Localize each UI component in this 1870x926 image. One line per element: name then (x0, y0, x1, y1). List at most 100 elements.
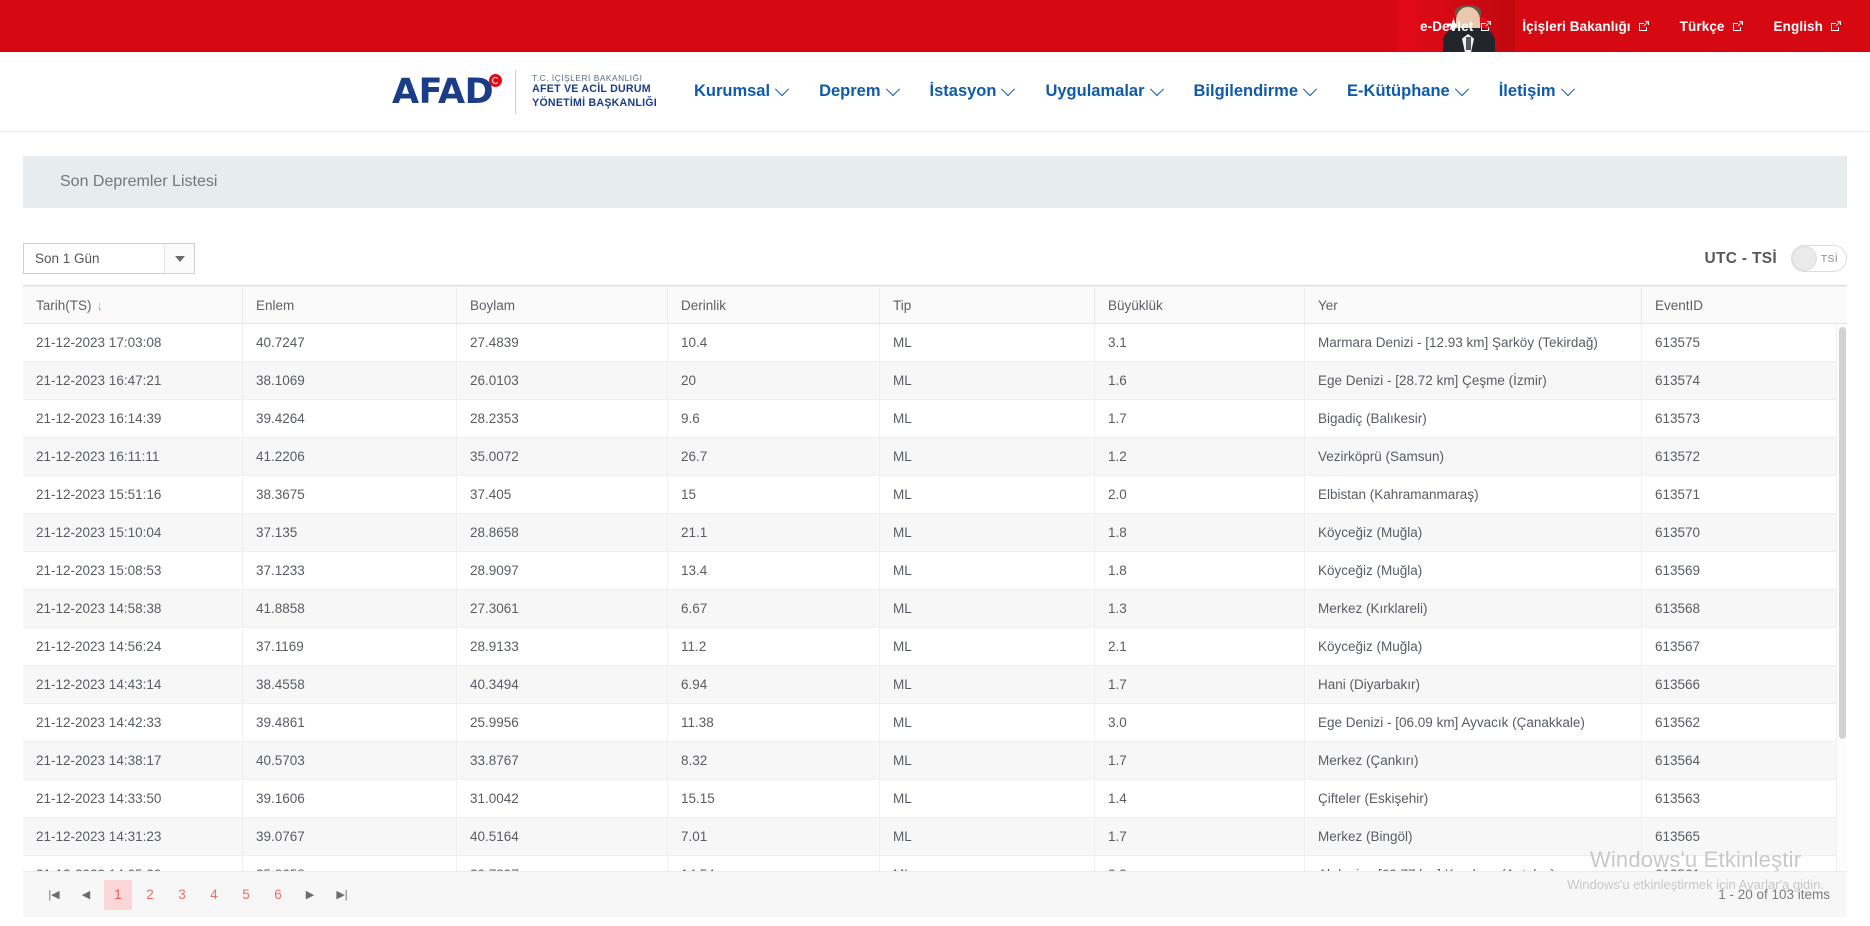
table-row[interactable]: 21-12-2023 14:42:3339.486125.995611.38ML… (23, 704, 1847, 742)
cell-depth: 7.01 (668, 818, 880, 855)
toggle-knob (1792, 246, 1817, 271)
cell-longitude: 31.0042 (457, 780, 668, 817)
nav-item-bilgilendirme[interactable]: Bilgilendirme (1194, 82, 1316, 101)
cell-event-id: 613566 (1642, 666, 1847, 703)
cell-depth: 15.15 (668, 780, 880, 817)
column-header-eventid[interactable]: EventID (1642, 287, 1847, 323)
cell-longitude: 40.3494 (457, 666, 668, 703)
table-row[interactable]: 21-12-2023 14:56:2437.116928.913311.2ML2… (23, 628, 1847, 666)
utc-tsi-toggle[interactable]: TSİ (1791, 245, 1847, 272)
cell-latitude: 39.4861 (243, 704, 457, 741)
nav-item-uygulamalar[interactable]: Uygulamalar (1045, 82, 1161, 101)
cell-event-id: 613569 (1642, 552, 1847, 589)
column-header-boylam[interactable]: Boylam (457, 287, 668, 323)
table-row[interactable]: 21-12-2023 14:05:2935.865830.789714.54ML… (23, 856, 1847, 871)
cell-type: ML (880, 514, 1095, 551)
pagination-page-3[interactable]: 3 (168, 880, 196, 910)
nav-item-istasyon[interactable]: İstasyon (930, 82, 1014, 101)
column-header-yer[interactable]: Yer (1305, 287, 1642, 323)
top-link-e-devlet[interactable]: e-Devlet (1420, 19, 1492, 34)
table-row[interactable]: 21-12-2023 16:11:1141.220635.007226.7ML1… (23, 438, 1847, 476)
table-row[interactable]: 21-12-2023 14:33:5039.160631.004215.15ML… (23, 780, 1847, 818)
cell-longitude: 27.4839 (457, 324, 668, 361)
nav-item-kurumsal[interactable]: Kurumsal (694, 82, 787, 101)
cell-type: ML (880, 666, 1095, 703)
table-header-row: Tarih(TS) ↓ Enlem Boylam Derinlik Tip Bü… (23, 286, 1847, 324)
cell-date: 21-12-2023 14:31:23 (23, 818, 243, 855)
nav-label: Bilgilendirme (1194, 82, 1299, 101)
cell-date: 21-12-2023 14:58:38 (23, 590, 243, 627)
pagination-page-1[interactable]: 1 (104, 880, 132, 910)
pagination-page-6[interactable]: 6 (264, 880, 292, 910)
logo-subtitle-line-3: YÖNETİMİ BAŞKANLIĞI (532, 97, 657, 111)
cell-depth: 13.4 (668, 552, 880, 589)
pagination-first-button[interactable]: |◀ (40, 880, 68, 910)
cell-magnitude: 2.0 (1095, 476, 1305, 513)
cell-latitude: 38.1069 (243, 362, 457, 399)
cell-type: ML (880, 704, 1095, 741)
top-link-icisleri-bakanligi[interactable]: İçişleri Bakanlığı (1522, 19, 1649, 34)
table-vertical-scrollbar[interactable] (1836, 324, 1847, 871)
chevron-down-icon (1455, 82, 1469, 96)
table-row[interactable]: 21-12-2023 14:38:1740.570333.87678.32ML1… (23, 742, 1847, 780)
pagination-next-button[interactable]: ▶ (296, 880, 324, 910)
logo-divider (515, 70, 516, 114)
cell-event-id: 613563 (1642, 780, 1847, 817)
table-row[interactable]: 21-12-2023 17:03:0840.724727.483910.4ML3… (23, 324, 1847, 362)
top-link-label: e-Devlet (1420, 19, 1473, 34)
afad-logo[interactable]: AFAD T.C. İÇİŞLERİ BAKANLIĞI AFET VE ACİ… (392, 70, 657, 114)
column-header-derinlik[interactable]: Derinlik (668, 287, 880, 323)
table-row[interactable]: 21-12-2023 16:14:3939.426428.23539.6ML1.… (23, 400, 1847, 438)
nav-item-iletisim[interactable]: İletişim (1499, 82, 1573, 101)
cell-event-id: 613574 (1642, 362, 1847, 399)
table-row[interactable]: 21-12-2023 15:08:5337.123328.909713.4ML1… (23, 552, 1847, 590)
cell-latitude: 39.4264 (243, 400, 457, 437)
scrollbar-thumb[interactable] (1839, 327, 1846, 739)
top-link-turkce[interactable]: Türkçe (1680, 19, 1744, 34)
cell-longitude: 28.2353 (457, 400, 668, 437)
column-header-enlem[interactable]: Enlem (243, 287, 457, 323)
table-row[interactable]: 21-12-2023 16:47:2138.106926.010320ML1.6… (23, 362, 1847, 400)
nav-item-e-kutuphane[interactable]: E-Kütüphane (1347, 82, 1467, 101)
pagination-page-4[interactable]: 4 (200, 880, 228, 910)
column-header-tarih[interactable]: Tarih(TS) ↓ (23, 287, 243, 323)
table-row[interactable]: 21-12-2023 14:31:2339.076740.51647.01ML1… (23, 818, 1847, 856)
cell-magnitude: 3.1 (1095, 324, 1305, 361)
cell-longitude: 26.0103 (457, 362, 668, 399)
cell-longitude: 28.8658 (457, 514, 668, 551)
cell-longitude: 37.405 (457, 476, 668, 513)
cell-date: 21-12-2023 16:14:39 (23, 400, 243, 437)
cell-magnitude: 2.1 (1095, 628, 1305, 665)
column-header-buyukluk[interactable]: Büyüklük (1095, 287, 1305, 323)
pagination-last-button[interactable]: ▶| (328, 880, 356, 910)
table-row[interactable]: 21-12-2023 15:51:1638.367537.40515ML2.0E… (23, 476, 1847, 514)
top-link-english[interactable]: English (1774, 19, 1842, 34)
dropdown-arrow-icon[interactable] (164, 244, 194, 273)
cell-depth: 9.6 (668, 400, 880, 437)
chevron-down-icon (885, 82, 899, 96)
pagination-page-2[interactable]: 2 (136, 880, 164, 910)
cell-type: ML (880, 742, 1095, 779)
external-link-icon (1830, 20, 1842, 32)
cell-type: ML (880, 438, 1095, 475)
table-row[interactable]: 21-12-2023 14:58:3841.885827.30616.67ML1… (23, 590, 1847, 628)
cell-type: ML (880, 780, 1095, 817)
nav-label: Kurumsal (694, 82, 770, 101)
cell-date: 21-12-2023 14:05:29 (23, 856, 243, 871)
column-header-tip[interactable]: Tip (880, 287, 1095, 323)
pagination-prev-button[interactable]: ◀ (72, 880, 100, 910)
table-row[interactable]: 21-12-2023 14:43:1438.455840.34946.94ML1… (23, 666, 1847, 704)
time-range-select[interactable]: Son 1 Gün (23, 243, 195, 274)
table-row[interactable]: 21-12-2023 15:10:0437.13528.865821.1ML1.… (23, 514, 1847, 552)
cell-location: Vezirköprü (Samsun) (1305, 438, 1642, 475)
cell-latitude: 40.5703 (243, 742, 457, 779)
logo-subtitle: T.C. İÇİŞLERİ BAKANLIĞI AFET VE ACİL DUR… (532, 73, 657, 111)
cell-depth: 21.1 (668, 514, 880, 551)
top-link-label: Türkçe (1680, 19, 1725, 34)
nav-label: Deprem (819, 82, 880, 101)
chevron-down-icon (775, 82, 789, 96)
cell-date: 21-12-2023 15:51:16 (23, 476, 243, 513)
nav-item-deprem[interactable]: Deprem (819, 82, 897, 101)
cell-event-id: 613570 (1642, 514, 1847, 551)
pagination-page-5[interactable]: 5 (232, 880, 260, 910)
